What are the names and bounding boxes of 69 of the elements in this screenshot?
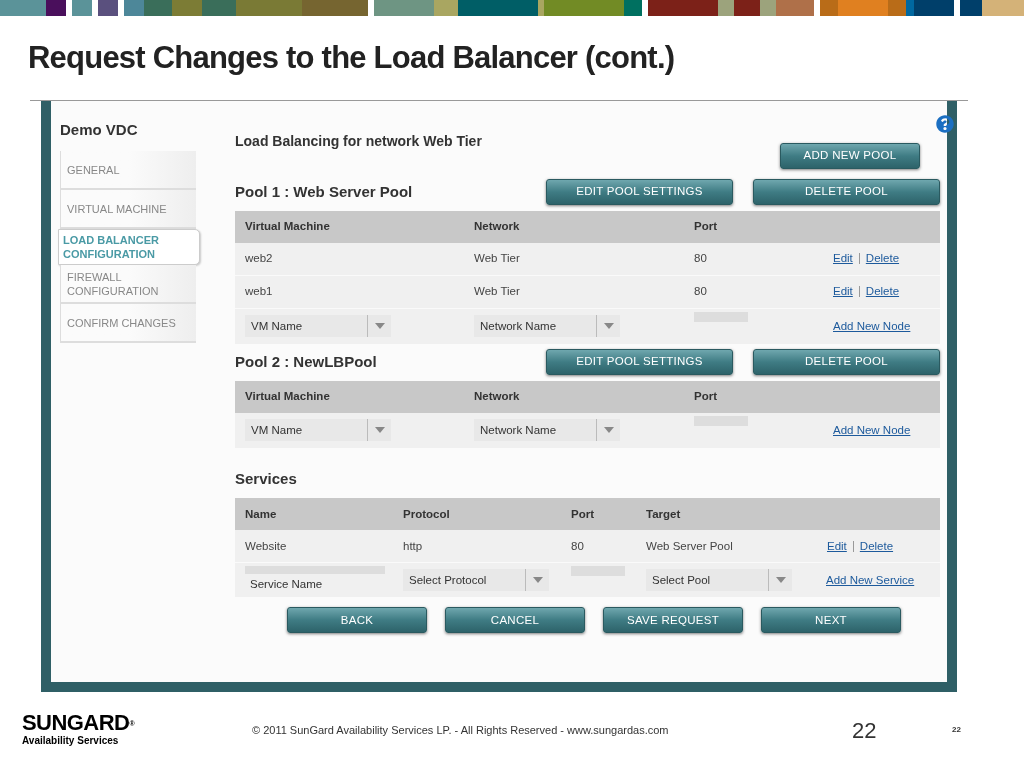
caret-icon xyxy=(374,427,385,434)
table-cell-text: 80 xyxy=(694,284,708,300)
page-number: 22 xyxy=(852,716,878,745)
table-cell-text: 80 xyxy=(571,538,585,554)
column-header: Network xyxy=(474,219,521,235)
action-button[interactable]: SAVE REQUEST xyxy=(603,607,743,634)
dropdown[interactable]: Network Name xyxy=(474,419,620,442)
placeholder-text: Service Name xyxy=(249,577,324,593)
dropdown[interactable]: VM Name xyxy=(245,315,391,338)
logo-tagline: Availability Services xyxy=(22,733,120,748)
logo-text: SUNGARD$^{®}$ xyxy=(22,712,136,733)
pool-title: Pool 2 : NewLBPool xyxy=(235,351,378,372)
column-header: Virtual Machine xyxy=(245,219,331,235)
edit-link[interactable]: Edit xyxy=(833,250,853,268)
sidebar-tab[interactable]: GENERAL xyxy=(60,151,196,191)
column-header: Protocol xyxy=(403,506,451,522)
action-button[interactable]: DELETE POOL xyxy=(753,348,940,375)
table-cell-text: http xyxy=(403,538,424,554)
caret-icon xyxy=(603,323,614,330)
dropdown[interactable]: Select Protocol xyxy=(403,569,549,592)
services-title: Services xyxy=(235,468,298,489)
delete-link[interactable]: Delete xyxy=(865,250,900,268)
table-cell-text: web1 xyxy=(245,284,274,300)
caret-icon xyxy=(374,323,385,330)
caret-icon xyxy=(603,427,614,434)
table-cell-text: web2 xyxy=(245,251,274,267)
column-header: Port xyxy=(571,506,595,522)
sidebar-tab[interactable]: LOAD BALANCER CONFIGURATION xyxy=(58,229,200,266)
page-number-small: 22 xyxy=(952,724,961,737)
column-header: Virtual Machine xyxy=(245,389,331,405)
dropdown[interactable]: Select Pool xyxy=(646,569,792,592)
action-button[interactable]: CANCEL xyxy=(445,607,585,634)
sidebar-tab[interactable]: CONFIRM CHANGES xyxy=(60,304,196,344)
column-header: Target xyxy=(646,506,682,522)
copyright-text: © 2011 SunGard Availability Services LP. - All Rights Reserved - www.sungardas.com xyxy=(252,722,670,738)
table-cell-text: Web Server Pool xyxy=(646,538,734,554)
caret-icon xyxy=(532,577,543,584)
table-cell-text: Web Tier xyxy=(474,284,521,300)
delete-link[interactable]: Delete xyxy=(865,283,900,301)
dropdown[interactable]: Network Name xyxy=(474,315,620,338)
action-button[interactable]: BACK xyxy=(287,607,427,634)
caret-icon xyxy=(775,577,786,584)
column-header: Port xyxy=(694,219,718,235)
action-button[interactable]: DELETE POOL xyxy=(753,178,940,205)
edit-link[interactable]: Edit xyxy=(833,283,853,301)
action-button[interactable]: EDIT POOL SETTINGS xyxy=(546,348,733,375)
column-header: Name xyxy=(245,506,278,522)
pool-title: Pool 1 : Web Server Pool xyxy=(235,181,414,202)
section-heading: Load Balancing for network Web Tier xyxy=(235,132,482,152)
help-icon[interactable] xyxy=(936,114,954,133)
table-cell-text: Website xyxy=(245,538,288,554)
table-cell-text: Web Tier xyxy=(474,251,521,267)
action-button[interactable]: EDIT POOL SETTINGS xyxy=(546,178,733,205)
column-header: Port xyxy=(694,389,718,405)
column-header: Network xyxy=(474,389,521,405)
slide-title: Request Changes to the Load Balancer (cont.) xyxy=(28,38,675,77)
input-field[interactable]: Service Name xyxy=(245,566,385,595)
sidebar-title: Demo VDC xyxy=(60,119,139,140)
sidebar-tab[interactable]: VIRTUAL MACHINE xyxy=(60,190,196,230)
table-cell-text: 80 xyxy=(694,251,708,267)
add-node-link[interactable]: Add New Node xyxy=(824,317,940,335)
sidebar-tab[interactable]: FIREWALL CONFIGURATION xyxy=(60,265,196,305)
add-node-link[interactable]: Add New Node xyxy=(824,421,940,439)
add-service-link[interactable]: Add New Service xyxy=(818,571,940,589)
action-button[interactable]: NEXT xyxy=(761,607,901,634)
edit-link[interactable]: Edit xyxy=(827,537,847,555)
delete-link[interactable]: Delete xyxy=(859,537,894,555)
dropdown[interactable]: VM Name xyxy=(245,419,391,442)
action-button[interactable]: ADD NEW POOL xyxy=(780,142,920,169)
